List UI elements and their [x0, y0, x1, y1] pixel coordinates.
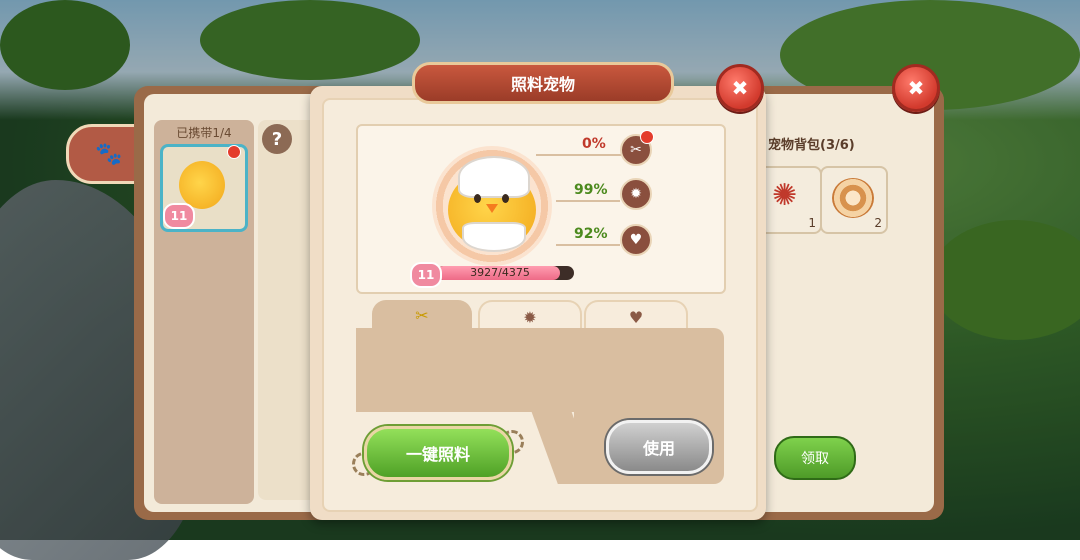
feed-all-button[interactable]: 一键照料: [364, 426, 512, 480]
close-icon: ✖: [907, 76, 925, 100]
middle-column: [258, 120, 318, 500]
help-button[interactable]: ?: [262, 124, 292, 154]
tab-food[interactable]: ✂: [372, 300, 472, 330]
bag-item-bread-roll[interactable]: 2: [820, 166, 888, 234]
affection-value: 92%: [574, 226, 608, 242]
feed-all-label: 一键照料: [405, 445, 470, 464]
crab-icon: ✺: [772, 178, 798, 213]
chick-eye: [474, 194, 481, 203]
slot-level-badge: 11: [163, 203, 195, 229]
notification-dot: [640, 130, 654, 144]
exp-text: 3927/4375: [470, 266, 530, 279]
close-back-panel-button[interactable]: ✖: [892, 64, 940, 112]
food-icon: ✂: [415, 305, 429, 325]
egg-shell-bottom: [462, 222, 526, 252]
close-modal-button[interactable]: ✖: [716, 64, 764, 112]
carried-label: 已携带1/4: [176, 126, 232, 140]
energy-value: 99%: [574, 182, 608, 198]
hunger-value: 0%: [582, 136, 606, 152]
pet-bag-label: 宠物背包(3/6): [768, 138, 855, 153]
pet-level-badge: 11: [410, 262, 442, 288]
stat-connector: [556, 200, 620, 202]
paw-icon: 🐾: [95, 141, 123, 167]
stat-connector: [556, 244, 620, 246]
chick-eye: [502, 194, 509, 203]
heart-icon: ♥: [628, 307, 644, 327]
item-count: 1: [808, 216, 816, 230]
use-label: 使用: [642, 439, 675, 458]
sun-icon: ✹: [523, 307, 537, 327]
notification-dot: [227, 145, 241, 159]
pet-thumb-chick-icon: [179, 161, 225, 209]
modal-title: 照料宠物: [412, 62, 674, 104]
claim-button[interactable]: 领取: [774, 436, 856, 480]
heart-icon: ♥: [620, 224, 652, 256]
sun-icon: ✹: [620, 178, 652, 210]
item-count: 2: [874, 216, 882, 230]
use-button[interactable]: 使用: [606, 420, 712, 474]
bread-roll-icon: [832, 178, 874, 218]
carried-pet-slot[interactable]: 11: [160, 144, 248, 232]
close-icon: ✖: [731, 76, 749, 100]
chick-beak: [486, 204, 498, 213]
items-content-area: [356, 328, 724, 412]
egg-shell-top: [458, 156, 530, 198]
stat-connector: [536, 154, 622, 156]
